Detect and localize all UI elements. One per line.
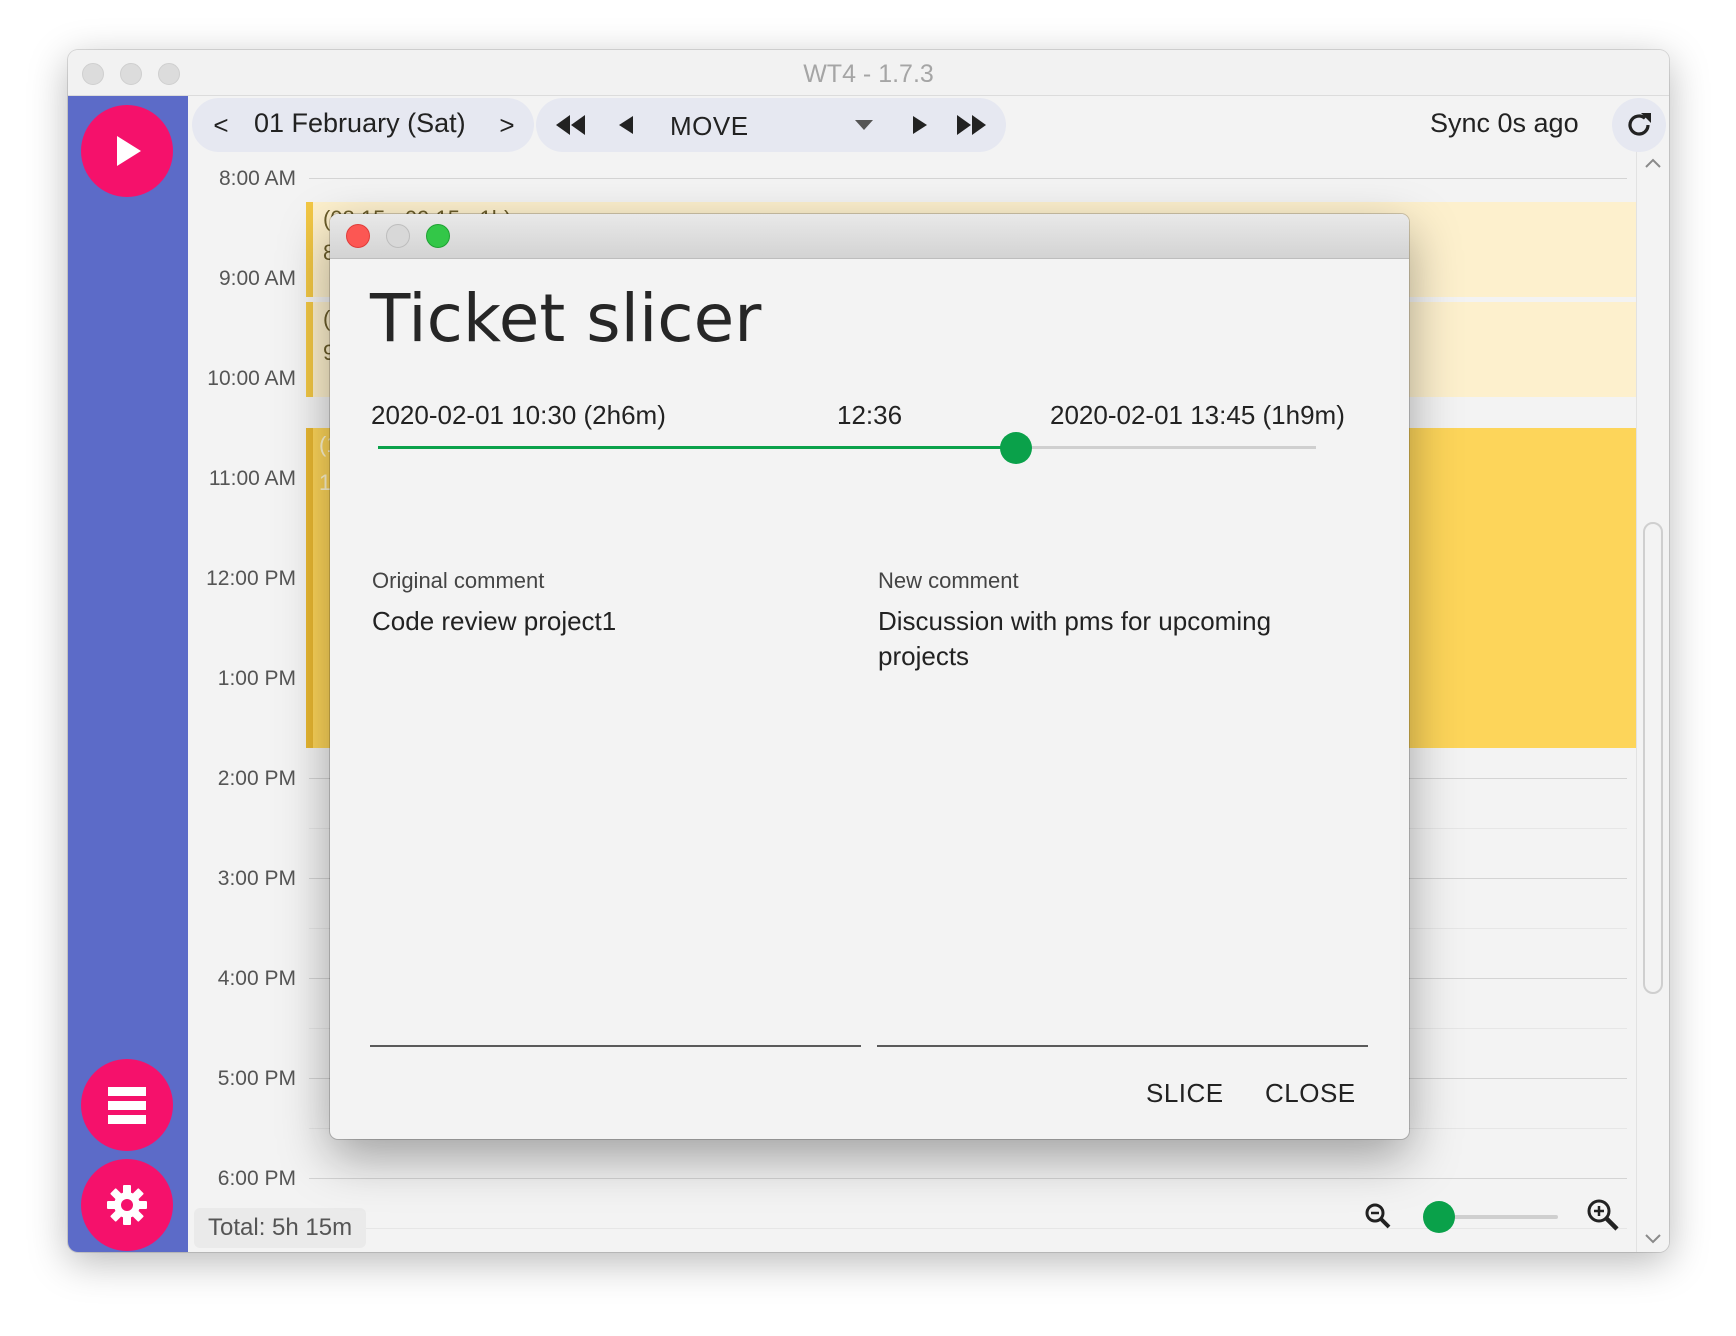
- hour-label: 11:00 AM: [208, 467, 296, 490]
- gear-icon: [107, 1185, 147, 1225]
- current-date[interactable]: 01 February (Sat): [254, 108, 466, 139]
- hour-label: 10:00 AM: [207, 367, 296, 390]
- original-comment-underline: [370, 1045, 861, 1047]
- hour-label: 8:00 AM: [218, 167, 296, 190]
- hour-line: [309, 1178, 1627, 1179]
- hour-line: [309, 178, 1627, 179]
- scrollbar-thumb[interactable]: [1643, 522, 1663, 994]
- date-navigator: < 01 February (Sat) >: [192, 98, 534, 152]
- next-day-button[interactable]: >: [492, 106, 522, 144]
- zoom-out-icon[interactable]: [1364, 1202, 1392, 1230]
- hour-label: 12:00 PM: [206, 567, 296, 590]
- original-comment-field[interactable]: Code review project1: [372, 604, 842, 639]
- sidebar: [68, 96, 188, 1252]
- play-icon: [117, 136, 141, 166]
- slice-slider-filled-track[interactable]: [378, 446, 1014, 449]
- hour-label: 1:00 PM: [217, 667, 296, 690]
- new-comment-caption: New comment: [878, 568, 1019, 593]
- hour-label: 3:00 PM: [217, 867, 296, 890]
- slice-time-label: 12:36: [837, 400, 903, 430]
- fast-forward-icon[interactable]: [954, 113, 988, 137]
- vertical-scrollbar[interactable]: [1636, 150, 1669, 1252]
- sync-status: Sync 0s ago: [1430, 108, 1579, 138]
- mode-controls: MOVE: [536, 98, 1006, 152]
- hour-label: 5:00 PM: [217, 1067, 296, 1090]
- slice-button[interactable]: SLICE: [1138, 1074, 1232, 1113]
- scroll-up-arrow-icon[interactable]: [1644, 156, 1662, 170]
- step-back-icon[interactable]: [616, 113, 636, 137]
- slice-slider-thumb[interactable]: [1000, 432, 1032, 464]
- total-time: Total: 5h 15m: [194, 1208, 367, 1248]
- hour-label: 9:00 AM: [218, 267, 296, 290]
- dialog-zoom-control[interactable]: [426, 224, 450, 248]
- close-button[interactable]: CLOSE: [1257, 1074, 1364, 1113]
- hour-label: 6:00 PM: [217, 1167, 296, 1190]
- hour-label: 2:00 PM: [217, 767, 296, 790]
- slice-start-label: 2020-02-01 10:30 (2h6m): [371, 400, 666, 430]
- slice-end-label: 2020-02-01 13:45 (1h9m): [1050, 400, 1345, 430]
- zoom-slider-track[interactable]: [1440, 1215, 1558, 1219]
- start-timer-button[interactable]: [81, 105, 173, 197]
- dialog-title: Ticket slicer: [370, 280, 762, 357]
- tickets-list-button[interactable]: [81, 1059, 173, 1151]
- zoom-slider-thumb[interactable]: [1423, 1201, 1455, 1233]
- rewind-icon[interactable]: [554, 113, 588, 137]
- prev-day-button[interactable]: <: [206, 106, 236, 144]
- new-comment-field[interactable]: Discussion with pms for upcoming project…: [878, 604, 1348, 674]
- refresh-button[interactable]: [1612, 98, 1666, 152]
- dropdown-arrow-icon[interactable]: [854, 119, 874, 131]
- mode-select[interactable]: MOVE: [670, 111, 749, 142]
- refresh-icon: [1628, 113, 1651, 136]
- dialog-minimize-control[interactable]: [386, 224, 410, 248]
- original-comment-caption: Original comment: [372, 568, 545, 593]
- new-comment-underline: [877, 1045, 1368, 1047]
- ticket-slicer-dialog: Ticket slicer 2020-02-01 10:30 (2h6m) 12…: [330, 214, 1409, 1139]
- settings-button[interactable]: [81, 1159, 173, 1251]
- zoom-in-icon[interactable]: [1586, 1198, 1620, 1232]
- list-icon: [108, 1087, 146, 1124]
- window-titlebar: WT4 - 1.7.3: [68, 50, 1669, 96]
- dialog-titlebar: [330, 214, 1409, 259]
- hour-label: 4:00 PM: [217, 967, 296, 990]
- dialog-close-control[interactable]: [346, 224, 370, 248]
- window-title: WT4 - 1.7.3: [803, 60, 934, 88]
- scroll-down-arrow-icon[interactable]: [1644, 1232, 1662, 1246]
- slice-slider-track[interactable]: [1014, 446, 1316, 449]
- step-forward-icon[interactable]: [910, 113, 930, 137]
